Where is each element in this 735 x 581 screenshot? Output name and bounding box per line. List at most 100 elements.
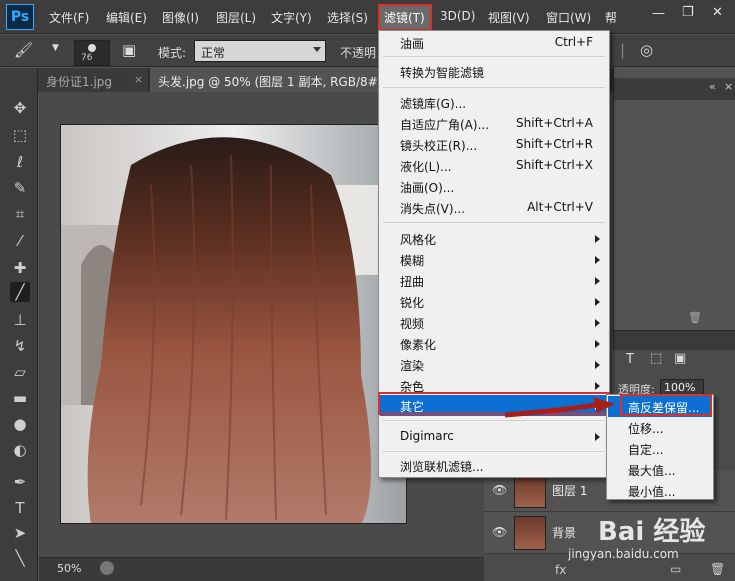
- dodge-tool-icon[interactable]: ◐: [10, 440, 30, 460]
- close-icon[interactable]: ×: [134, 73, 143, 86]
- status-menu-icon[interactable]: [100, 561, 114, 575]
- submenu-arrow-icon: [595, 340, 600, 348]
- divider: |: [620, 41, 626, 59]
- brush-tool-icon[interactable]: 🖌: [14, 41, 33, 59]
- menu-item-convert-smart[interactable]: 转换为智能滤镜: [380, 61, 608, 82]
- submenu-arrow-icon: [595, 319, 600, 327]
- menu-select[interactable]: 选择(S): [327, 9, 368, 26]
- submenu-arrow-icon: [595, 433, 600, 441]
- submenu-arrow-icon: [595, 298, 600, 306]
- menu-view[interactable]: 视图(V): [488, 9, 530, 26]
- menu-item-stylize[interactable]: 风格化: [380, 228, 608, 249]
- clone-stamp-tool-icon[interactable]: ⊥: [10, 310, 30, 330]
- divider: [383, 87, 605, 88]
- menu-edit[interactable]: 编辑(E): [106, 9, 147, 26]
- menu-item-digimarc[interactable]: Digimarc: [380, 426, 608, 447]
- close-window-icon[interactable]: ✕: [712, 5, 723, 20]
- layer-opacity-field[interactable]: 100%: [660, 379, 704, 395]
- divider: [383, 56, 605, 57]
- submenu-item-custom[interactable]: 自定...: [608, 438, 712, 459]
- path-select-tool-icon[interactable]: ➤: [10, 523, 30, 543]
- restore-icon[interactable]: ❐: [682, 5, 694, 20]
- submenu-arrow-icon: [595, 256, 600, 264]
- move-tool-icon[interactable]: ✥: [10, 98, 30, 118]
- pen-tool-icon[interactable]: ✒: [10, 472, 30, 492]
- eye-icon[interactable]: 👁: [492, 525, 507, 539]
- submenu-arrow-icon: [595, 361, 600, 369]
- mode-select[interactable]: 正常: [194, 40, 326, 62]
- menu-item-lens-correction[interactable]: 镜头校正(R)... Shift+Ctrl+R: [380, 134, 608, 155]
- menu-item-render[interactable]: 渲染: [380, 354, 608, 375]
- tab-label: 头发.jpg @ 50% (图层 1 副本, RGB/8#) *: [158, 75, 393, 89]
- crop-tool-icon[interactable]: ⌗: [10, 204, 30, 224]
- tab-label: 身份证1.jpg: [46, 75, 113, 89]
- high-pass-callout-box: [620, 394, 712, 416]
- tab-hair[interactable]: 头发.jpg @ 50% (图层 1 副本, RGB/8#) *: [150, 68, 393, 92]
- document-image[interactable]: [60, 124, 407, 524]
- gradient-tool-icon[interactable]: ▬: [10, 388, 30, 408]
- blur-tool-icon[interactable]: ●: [10, 414, 30, 434]
- brush-panel-icon[interactable]: ▣: [122, 41, 136, 59]
- brush-tip-icon: [88, 44, 96, 52]
- chevron-down-icon: [313, 47, 321, 52]
- watermark-url: jingyan.baidu.com: [568, 547, 679, 561]
- smart-filter-icon[interactable]: ▣: [674, 351, 686, 366]
- menu-item-vanishing-point[interactable]: 消失点(V)... Alt+Ctrl+V: [380, 197, 608, 218]
- panel-collapse-icon[interactable]: «: [709, 80, 716, 93]
- marquee-tool-icon[interactable]: ⬚: [10, 125, 30, 145]
- submenu-arrow-icon: [595, 235, 600, 243]
- brush-preset-picker[interactable]: 76: [74, 40, 110, 66]
- eraser-tool-icon[interactable]: ▱: [10, 362, 30, 382]
- menu-item-last-filter[interactable]: 油画 Ctrl+F: [380, 32, 608, 53]
- chevron-down-icon[interactable]: ▼: [52, 43, 59, 53]
- eye-icon[interactable]: 👁: [492, 483, 507, 497]
- zoom-level[interactable]: 50%: [57, 562, 81, 575]
- pressure-icon[interactable]: ◎: [640, 41, 653, 59]
- layers-panel-header: [614, 330, 735, 350]
- healing-tool-icon[interactable]: ✚: [10, 258, 30, 278]
- lasso-tool-icon[interactable]: ℓ: [10, 152, 30, 172]
- menu-bar: Ps 文件(F) 编辑(E) 图像(I) 图层(L) 文字(Y) 选择(S) 滤…: [0, 0, 735, 34]
- baidu-jingyan-watermark: Bai 经验 jingyan.baidu.com: [540, 497, 730, 573]
- menu-item-blur[interactable]: 模糊: [380, 249, 608, 270]
- history-brush-tool-icon[interactable]: ↯: [10, 336, 30, 356]
- mode-value: 正常: [201, 46, 226, 60]
- tab-id-card[interactable]: 身份证1.jpg ×: [38, 68, 148, 92]
- submenu-arrow-icon: [595, 382, 600, 390]
- menu-item-distort[interactable]: 扭曲: [380, 270, 608, 291]
- menu-item-filter-gallery[interactable]: 滤镜库(G)...: [380, 92, 608, 113]
- menu-type[interactable]: 文字(Y): [271, 9, 312, 26]
- menu-item-adaptive-wide-angle[interactable]: 自适应广角(A)... Shift+Ctrl+A: [380, 113, 608, 134]
- watermark-brand: Bai 经验: [598, 517, 706, 547]
- hair-photo: [61, 125, 406, 523]
- menu-item-pixelate[interactable]: 像素化: [380, 333, 608, 354]
- menu-file[interactable]: 文件(F): [49, 9, 89, 26]
- menu-3d[interactable]: 3D(D): [440, 9, 475, 23]
- type-tool-icon[interactable]: T: [10, 498, 30, 518]
- menu-layer[interactable]: 图层(L): [216, 9, 256, 26]
- mode-label: 模式:: [158, 46, 187, 60]
- brush-tool-icon[interactable]: ╱: [10, 282, 30, 302]
- menu-image[interactable]: 图像(I): [162, 9, 199, 26]
- menu-filter[interactable]: 滤镜(T): [384, 9, 425, 26]
- menu-item-oil-paint[interactable]: 油画(O)...: [380, 176, 608, 197]
- menu-item-sharpen[interactable]: 锐化: [380, 291, 608, 312]
- line-tool-icon[interactable]: ╲: [10, 548, 30, 568]
- submenu-arrow-icon: [595, 277, 600, 285]
- menu-item-liquify[interactable]: 液化(L)... Shift+Ctrl+X: [380, 155, 608, 176]
- submenu-item-offset[interactable]: 位移...: [608, 417, 712, 438]
- eyedropper-tool-icon[interactable]: ⁄: [10, 231, 30, 251]
- panel-close-icon[interactable]: ×: [724, 80, 733, 93]
- menu-help[interactable]: 帮: [605, 9, 617, 26]
- menu-window[interactable]: 窗口(W): [546, 9, 591, 26]
- callout-arrow-icon: [505, 397, 615, 418]
- minimize-icon[interactable]: —: [652, 6, 665, 21]
- menu-item-browse-online[interactable]: 浏览联机滤镜...: [380, 455, 608, 476]
- menu-item-video[interactable]: 视频: [380, 312, 608, 333]
- shape-filter-icon[interactable]: ⬚: [650, 351, 662, 366]
- type-filter-icon[interactable]: T: [626, 352, 634, 367]
- panel-header: « ×: [614, 78, 735, 100]
- trash-icon[interactable]: 🗑: [688, 311, 702, 324]
- submenu-item-maximum[interactable]: 最大值...: [608, 459, 712, 480]
- quick-select-tool-icon[interactable]: ✎: [10, 178, 30, 198]
